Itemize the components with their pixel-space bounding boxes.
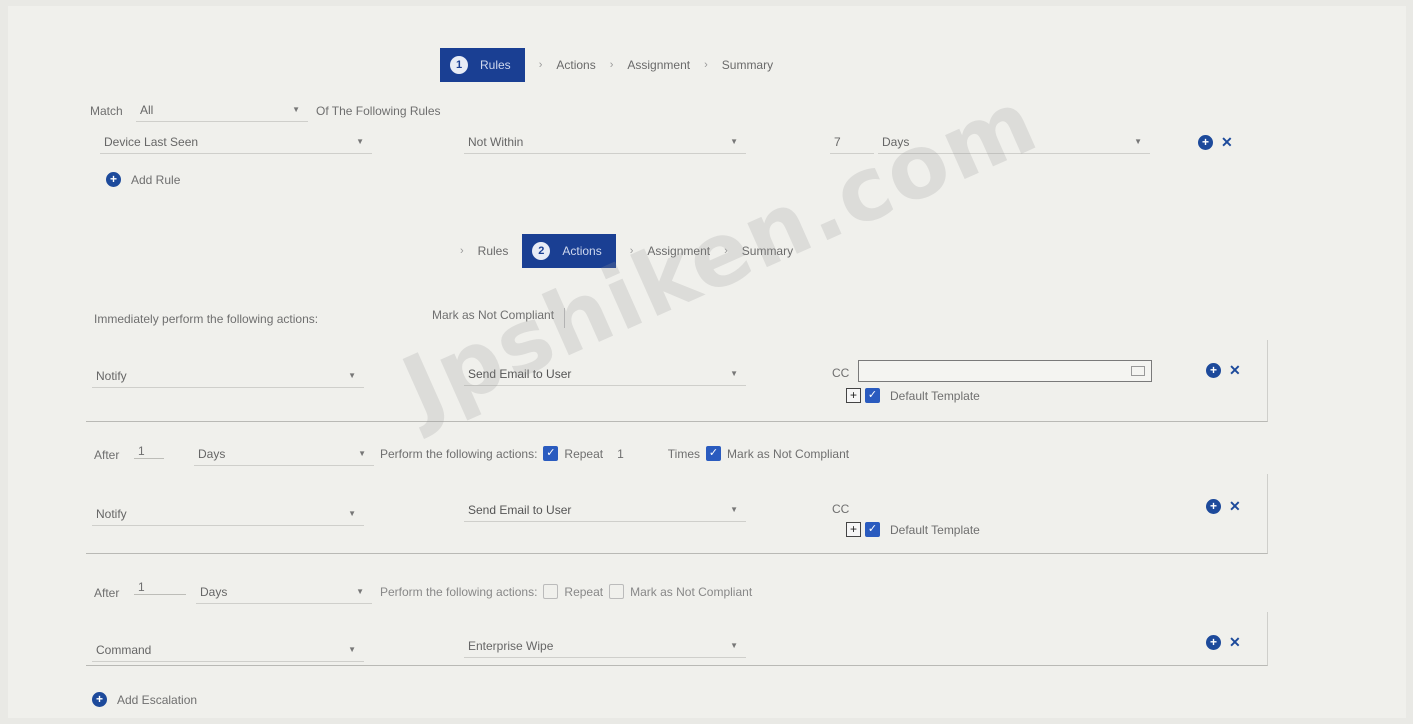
match-value: All bbox=[140, 102, 154, 117]
chevron-down-icon: ▼ bbox=[348, 509, 356, 518]
step-actions[interactable]: Actions bbox=[556, 58, 595, 72]
rule-field-select[interactable]: Device Last Seen ▼ bbox=[100, 130, 372, 154]
after-unit-value: Days bbox=[198, 446, 226, 461]
cc-label: CC bbox=[832, 366, 850, 380]
times-label: Times bbox=[667, 446, 701, 461]
match-label: Match bbox=[90, 104, 123, 118]
perform-label: Perform the following actions: bbox=[380, 584, 538, 599]
step-number: 2 bbox=[532, 242, 551, 260]
after-value: 1 bbox=[134, 444, 164, 459]
block1-controls: + ✕ bbox=[1206, 362, 1241, 379]
mark-noncompliant-label: Mark as Not Compliant bbox=[727, 446, 850, 461]
match-suffix: Of The Following Rules bbox=[316, 104, 441, 118]
default-template-label: Default Template bbox=[890, 388, 980, 403]
action-type-value: Notify bbox=[96, 368, 127, 383]
repeat-label: Repeat bbox=[564, 446, 604, 461]
chevron-down-icon: ▼ bbox=[348, 645, 356, 654]
escalation2-options: Perform the following actions: Repeat Ma… bbox=[380, 584, 752, 599]
after-label: After bbox=[94, 448, 120, 462]
chevron-down-icon: ▼ bbox=[730, 641, 738, 650]
step-rules-active[interactable]: 1 Rules bbox=[440, 48, 525, 82]
repeat-value[interactable]: 1 bbox=[617, 447, 624, 461]
add-escalation-label: Add Escalation bbox=[117, 692, 198, 707]
chevron-down-icon: ▼ bbox=[348, 371, 356, 380]
rule-operator-select[interactable]: Not Within ▼ bbox=[464, 130, 746, 154]
perform-checkbox[interactable]: ✓ bbox=[543, 446, 559, 461]
action-type-select[interactable]: Notify ▼ bbox=[92, 364, 364, 388]
mark-noncompliant-checkbox[interactable]: ✓ bbox=[706, 446, 722, 461]
close-icon[interactable]: ✕ bbox=[1229, 634, 1241, 651]
screen: 1 Rules › Actions › Assignment › Summary… bbox=[8, 6, 1406, 718]
step-rules[interactable]: Rules bbox=[478, 244, 509, 258]
escalation2-controls: + ✕ bbox=[1206, 634, 1241, 651]
default-template-checkbox[interactable]: ✓ bbox=[865, 522, 880, 537]
action-value: Enterprise Wipe bbox=[468, 638, 554, 653]
chevron-down-icon: ▼ bbox=[292, 105, 300, 114]
step-separator: › bbox=[704, 59, 708, 71]
step-separator: › bbox=[460, 245, 464, 257]
add-circle-icon[interactable]: + bbox=[1206, 635, 1221, 650]
add-circle-icon[interactable]: + bbox=[1206, 499, 1221, 514]
repeat-label: Repeat bbox=[564, 584, 604, 599]
action-select[interactable]: Enterprise Wipe ▼ bbox=[464, 634, 746, 658]
after-unit-select[interactable]: Days ▼ bbox=[196, 580, 372, 604]
after-value-input[interactable]: 1 bbox=[134, 444, 164, 459]
chevron-down-icon: ▼ bbox=[358, 449, 366, 458]
action-type-value: Command bbox=[96, 642, 152, 657]
after-label: After bbox=[94, 586, 120, 600]
chevron-down-icon: ▼ bbox=[1134, 137, 1142, 146]
chevron-down-icon: ▼ bbox=[730, 137, 738, 146]
add-circle-icon[interactable]: + bbox=[1206, 363, 1221, 378]
step-assignment[interactable]: Assignment bbox=[627, 58, 690, 72]
step-label: Rules bbox=[480, 58, 511, 72]
chevron-down-icon: ▼ bbox=[730, 505, 738, 514]
expand-icon[interactable]: + bbox=[846, 522, 861, 537]
default-template-label: Default Template bbox=[890, 522, 980, 537]
cc-input[interactable] bbox=[858, 360, 1152, 382]
chevron-down-icon: ▼ bbox=[356, 587, 364, 596]
cc-label: CC bbox=[832, 502, 850, 516]
rule-row-controls: + ✕ bbox=[1198, 134, 1233, 151]
default-template-row: + ✓ Default Template bbox=[846, 388, 980, 403]
add-circle-icon: + bbox=[92, 692, 107, 707]
action-value: Send Email to User bbox=[468, 502, 572, 517]
after-value: 1 bbox=[134, 580, 186, 595]
mark-noncompliant-checkbox[interactable] bbox=[609, 584, 625, 599]
match-select[interactable]: All ▼ bbox=[136, 98, 308, 122]
add-rule-label: Add Rule bbox=[131, 172, 181, 187]
rule-field-value: Device Last Seen bbox=[104, 134, 199, 149]
action-type-select[interactable]: Command ▼ bbox=[92, 638, 364, 662]
after-unit-select[interactable]: Days ▼ bbox=[194, 442, 374, 466]
action-select[interactable]: Send Email to User ▼ bbox=[464, 498, 746, 522]
perform-checkbox[interactable] bbox=[543, 584, 559, 599]
after-unit-value: Days bbox=[200, 584, 228, 599]
add-escalation-button[interactable]: + Add Escalation bbox=[92, 692, 197, 707]
add-circle-icon[interactable]: + bbox=[1198, 135, 1213, 150]
close-icon[interactable]: ✕ bbox=[1229, 498, 1241, 515]
add-rule-button[interactable]: + Add Rule bbox=[106, 172, 180, 187]
address-book-icon[interactable] bbox=[1131, 366, 1145, 376]
action-type-value: Notify bbox=[96, 506, 127, 521]
perform-label: Perform the following actions: bbox=[380, 446, 538, 461]
step-summary[interactable]: Summary bbox=[722, 58, 773, 72]
mark-noncompliant-label: Mark as Not Compliant bbox=[630, 584, 753, 599]
rule-operator-value: Not Within bbox=[468, 134, 524, 149]
wizard-stepper-top: 1 Rules › Actions › Assignment › Summary bbox=[440, 48, 773, 82]
add-circle-icon: + bbox=[106, 172, 121, 187]
chevron-down-icon: ▼ bbox=[356, 137, 364, 146]
escalation1-options: Perform the following actions: ✓ Repeat … bbox=[380, 446, 849, 461]
close-icon[interactable]: ✕ bbox=[1221, 134, 1233, 151]
step-separator: › bbox=[538, 59, 543, 71]
step-separator: › bbox=[609, 59, 614, 71]
action-type-select[interactable]: Notify ▼ bbox=[92, 502, 364, 526]
default-template-checkbox[interactable]: ✓ bbox=[865, 388, 880, 403]
immediate-actions-label: Immediately perform the following action… bbox=[94, 312, 319, 326]
after-value-input[interactable]: 1 bbox=[134, 580, 186, 595]
expand-icon[interactable]: + bbox=[846, 388, 861, 403]
close-icon[interactable]: ✕ bbox=[1229, 362, 1241, 379]
step-number: 1 bbox=[450, 56, 468, 74]
default-template-row: + ✓ Default Template bbox=[846, 522, 980, 537]
escalation1-controls: + ✕ bbox=[1206, 498, 1241, 515]
chevron-down-icon: ▼ bbox=[730, 369, 738, 378]
